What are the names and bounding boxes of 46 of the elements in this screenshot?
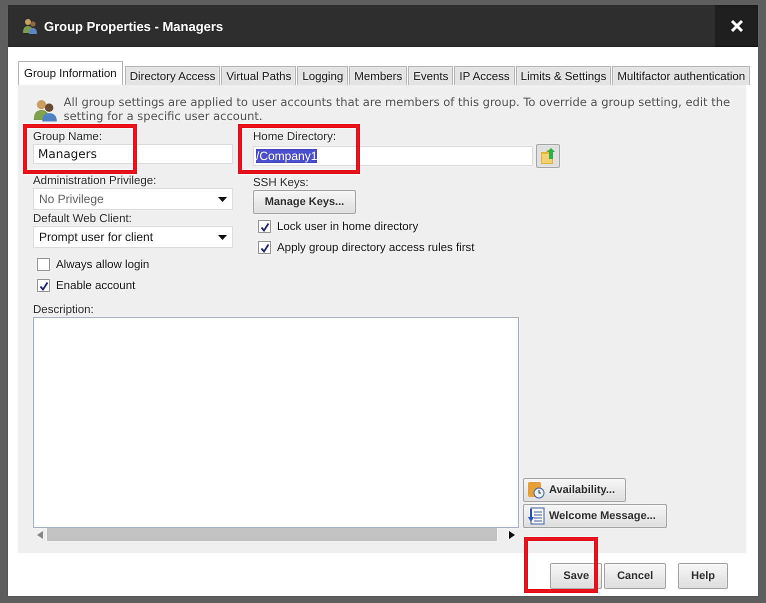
tab[interactable]: Members	[349, 66, 408, 85]
tab[interactable]: Virtual Paths	[221, 66, 296, 85]
web-client-dropdown[interactable]: Prompt user for client	[33, 226, 233, 248]
description-field[interactable]	[33, 317, 519, 528]
checkbox-label: Apply group directory access rules first	[277, 242, 474, 254]
tab[interactable]: Multifactor authentication	[612, 66, 750, 85]
group-name-field[interactable]: Managers	[33, 144, 233, 164]
checkbox[interactable]	[258, 241, 271, 254]
field-label: Group Name:	[33, 130, 102, 144]
tab[interactable]: IP Access	[454, 66, 515, 85]
field-label: Administration Privilege:	[33, 174, 156, 188]
scroll-right-icon[interactable]	[509, 530, 515, 538]
tab[interactable]: Logging	[297, 66, 348, 85]
field-label: SSH Keys:	[253, 176, 309, 190]
tab[interactable]: Directory Access	[124, 66, 220, 85]
tab[interactable]: Group Information	[18, 61, 123, 85]
checkbox[interactable]	[37, 279, 50, 292]
side-button[interactable]: Welcome Message...	[523, 504, 667, 528]
scroll-left-icon[interactable]	[37, 530, 43, 538]
side-button[interactable]: Availability...	[523, 478, 626, 502]
field-label: Description:	[33, 303, 94, 317]
footer-button[interactable]: Save	[550, 563, 602, 589]
checkbox[interactable]	[37, 258, 50, 271]
folder-arrow-icon	[540, 147, 556, 165]
tab[interactable]: Limits & Settings	[516, 66, 612, 85]
caret-icon	[218, 196, 227, 202]
field-label: Home Directory:	[253, 130, 336, 144]
users-icon	[22, 18, 38, 34]
privilege-dropdown[interactable]: No Privilege	[33, 188, 233, 210]
document-icon	[527, 507, 545, 525]
caret-icon	[218, 234, 227, 240]
close-button[interactable]	[715, 5, 758, 47]
manage-keys-button[interactable]: Manage Keys...	[253, 190, 356, 214]
tab[interactable]: Events	[408, 66, 454, 85]
field-label: Default Web Client:	[33, 212, 132, 226]
checkbox-label: Enable account	[56, 280, 136, 292]
home-directory-field[interactable]: /Company1	[253, 146, 533, 166]
clock-icon	[527, 481, 545, 499]
window-title: Group Properties - Managers	[44, 18, 224, 34]
checkbox[interactable]	[258, 220, 271, 233]
footer-button[interactable]: Help	[678, 563, 728, 589]
checkbox-label: Lock user in home directory	[277, 220, 418, 232]
footer-button[interactable]: Cancel	[604, 563, 666, 589]
info-text: All group settings are applied to user accounts that are members of this group. To override a group setting, edit the setting for a specific user account.	[64, 95, 731, 123]
checkbox-label: Always allow login	[56, 258, 150, 270]
close-icon	[730, 19, 744, 33]
